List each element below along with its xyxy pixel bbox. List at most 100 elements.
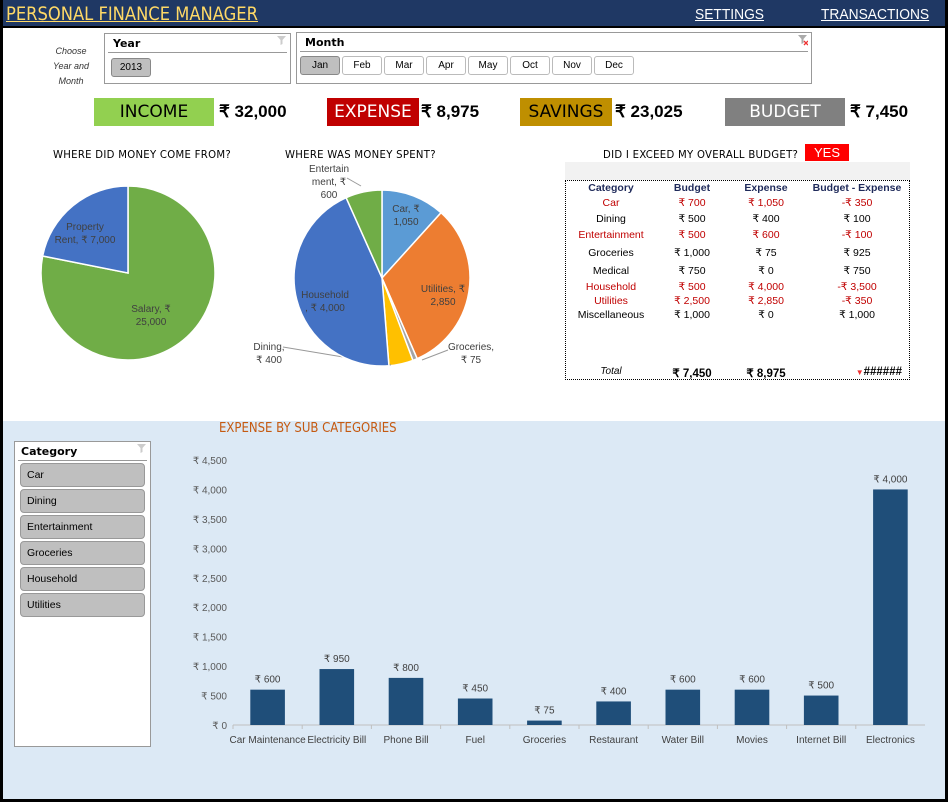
row-category: Household [585, 281, 637, 293]
row-difference: -₹ 350 [841, 197, 873, 209]
y-tick-label: ₹ 1,500 [193, 633, 228, 644]
x-tick-label: Internet Bill [796, 735, 846, 746]
row-budget: ₹ 500 [678, 213, 706, 225]
y-tick-label: ₹ 0 [212, 721, 227, 732]
category-option-household[interactable]: Household [20, 567, 145, 591]
month-option-feb[interactable]: Feb [342, 56, 382, 75]
month-slicer-header: Month [300, 33, 808, 52]
y-tick-label: ₹ 2,000 [193, 603, 228, 614]
expense-value: ₹ 8,975 [421, 102, 480, 121]
bar-movies [734, 689, 770, 725]
month-option-nov[interactable]: Nov [552, 56, 592, 75]
category-option-car[interactable]: Car [20, 463, 145, 487]
bar-value-label: ₹ 450 [462, 684, 488, 695]
bar-value-label: ₹ 600 [255, 675, 281, 686]
bar-fuel [457, 698, 493, 725]
y-tick-label: ₹ 4,500 [193, 456, 228, 467]
row-category: Entertainment [578, 229, 644, 241]
x-tick-label: Restaurant [589, 735, 638, 746]
header-expense: Expense [744, 182, 788, 194]
row-difference: ₹ 925 [843, 247, 871, 259]
bar-value-label: ₹ 800 [393, 663, 419, 674]
bar-value-label: ₹ 600 [739, 675, 765, 686]
row-budget: ₹ 750 [678, 265, 706, 277]
row-difference: -₹ 350 [841, 295, 873, 307]
down-triangle-icon: ▼ [855, 368, 864, 377]
clear-filter-icon[interactable] [137, 444, 147, 455]
x-tick-label: Phone Bill [383, 735, 428, 746]
budget-label: BUDGET [725, 98, 845, 126]
total-label: Total [600, 366, 622, 377]
row-expense: ₹ 600 [752, 229, 780, 241]
filter-hint: Choose Year and Month [52, 46, 90, 86]
month-option-apr[interactable]: Apr [426, 56, 466, 75]
bar-phone-bill [388, 677, 424, 725]
clear-filter-icon[interactable] [798, 35, 808, 46]
year-slicer: Year 2013 [104, 33, 291, 84]
row-expense: ₹ 400 [752, 213, 780, 225]
x-tick-label: Electronics [866, 735, 915, 746]
bar-chart-title: EXPENSE BY SUB CATEGORIES [219, 421, 397, 436]
savings-label: SAVINGS [520, 98, 612, 126]
x-tick-label: Fuel [465, 735, 484, 746]
budget-question: DID I EXCEED MY OVERALL BUDGET? [603, 148, 799, 161]
row-budget: ₹ 2,500 [674, 295, 710, 307]
income-label: INCOME [94, 98, 214, 126]
category-slicer-header: Category [18, 442, 147, 461]
row-budget: ₹ 700 [678, 197, 706, 209]
budget-table-band [565, 162, 910, 180]
bar-value-label: ₹ 4,000 [873, 474, 908, 485]
month-option-dec[interactable]: Dec [594, 56, 634, 75]
x-tick-label: Electricity Bill [307, 735, 366, 746]
y-tick-label: ₹ 4,000 [193, 485, 228, 496]
budget-table: Category Budget Expense Budget - Expense… [565, 180, 910, 380]
year-slicer-header: Year [108, 34, 287, 53]
y-tick-label: ₹ 3,000 [193, 544, 228, 555]
category-slicer: Category Car Dining Entertainment Groceries… [14, 441, 151, 747]
category-option-dining[interactable]: Dining [20, 489, 145, 513]
row-budget: ₹ 1,000 [674, 309, 710, 321]
bar-car-maintenance [250, 689, 285, 725]
bar-value-label: ₹ 600 [670, 675, 696, 686]
category-slicer-title: Category [21, 445, 78, 458]
bar-electricity-bill [319, 669, 355, 725]
savings-value: ₹ 23,025 [615, 102, 683, 121]
x-tick-label: Movies [736, 735, 768, 746]
expense-pie-chart: Car, ₹1,050Utilities, ₹2,850Groceries, ₹ … [253, 164, 494, 367]
row-expense: ₹ 1,050 [748, 197, 784, 209]
bar-electronics [873, 489, 908, 725]
month-option-oct[interactable]: Oct [510, 56, 550, 75]
income-pie-chart: Salary, ₹25,000Property Rent, ₹ 7,000 [40, 185, 216, 361]
row-category: Miscellaneous [577, 309, 645, 321]
pie-data-label: Dining, ₹ 400 [253, 342, 284, 366]
transactions-link[interactable]: TRANSACTIONS [821, 6, 929, 23]
header-difference: Budget - Expense [812, 182, 902, 194]
bar-restaurant [596, 701, 631, 725]
pie-data-label: Entertain ment, ₹600 [309, 164, 349, 201]
category-option-groceries[interactable]: Groceries [20, 541, 145, 565]
month-option-may[interactable]: May [468, 56, 508, 75]
clear-filter-icon[interactable] [277, 36, 287, 47]
month-options: Jan Feb Mar Apr May Oct Nov Dec [297, 52, 811, 79]
title-bar: PERSONAL FINANCE MANAGER SETTINGS TRANSA… [3, 0, 945, 28]
row-category: Groceries [588, 247, 634, 259]
category-option-utilities[interactable]: Utilities [20, 593, 145, 617]
year-option-2013[interactable]: 2013 [111, 58, 151, 77]
y-tick-label: ₹ 3,500 [193, 515, 228, 526]
y-tick-label: ₹ 500 [201, 692, 227, 703]
month-option-jan[interactable]: Jan [300, 56, 340, 75]
category-option-entertainment[interactable]: Entertainment [20, 515, 145, 539]
pie-data-label: Groceries, ₹ 75 [448, 342, 494, 366]
row-expense: ₹ 0 [758, 265, 774, 277]
month-slicer-title: Month [305, 36, 345, 49]
row-category: Utilities [594, 295, 628, 307]
header-budget: Budget [673, 182, 711, 194]
bar-groceries [527, 720, 562, 725]
month-option-mar[interactable]: Mar [384, 56, 424, 75]
settings-link[interactable]: SETTINGS [695, 6, 764, 23]
expense-label: EXPENSE [327, 98, 419, 126]
row-difference: ₹ 100 [843, 213, 871, 225]
row-expense: ₹ 2,850 [748, 295, 784, 307]
bar-value-label: ₹ 75 [534, 706, 555, 717]
budget-value: ₹ 7,450 [850, 102, 909, 121]
